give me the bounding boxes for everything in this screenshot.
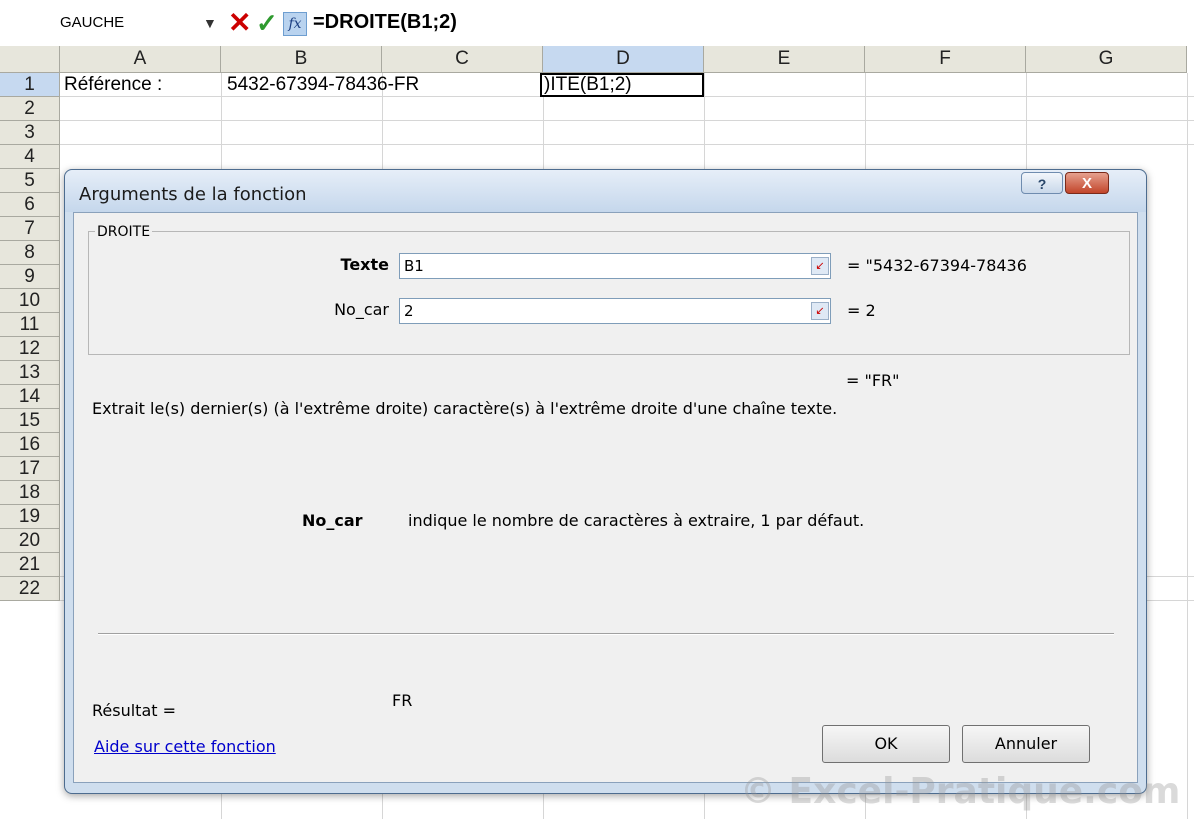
- cancel-icon[interactable]: ✕: [228, 9, 251, 37]
- column-header-e[interactable]: E: [704, 46, 865, 73]
- row-header-2[interactable]: 2: [0, 97, 60, 121]
- separator: [98, 633, 1114, 635]
- row-header-6[interactable]: 6: [0, 193, 60, 217]
- gridline: [60, 144, 1194, 145]
- arg-input-texte[interactable]: B1: [399, 253, 831, 279]
- function-description: Extrait le(s) dernier(s) (à l'extrême dr…: [92, 399, 838, 418]
- row-header-20[interactable]: 20: [0, 529, 60, 553]
- arg-label-texte: Texte: [340, 255, 389, 274]
- row-header-12[interactable]: 12: [0, 337, 60, 361]
- help-button[interactable]: ?: [1021, 172, 1063, 194]
- row-header-8[interactable]: 8: [0, 241, 60, 265]
- result-label: Résultat =: [92, 701, 177, 720]
- select-all-corner[interactable]: [0, 46, 60, 73]
- column-header-g[interactable]: G: [1026, 46, 1187, 73]
- dialog-title: Arguments de la fonction: [79, 184, 307, 205]
- row-header-15[interactable]: 15: [0, 409, 60, 433]
- row-header-17[interactable]: 17: [0, 457, 60, 481]
- arg-help-name: No_car: [302, 511, 363, 530]
- help-icon: ?: [1037, 176, 1047, 192]
- row-header-16[interactable]: 16: [0, 433, 60, 457]
- name-box-dropdown-icon[interactable]: ▼: [203, 15, 217, 31]
- row-header-7[interactable]: 7: [0, 217, 60, 241]
- result-value: FR: [392, 691, 413, 710]
- row-header-11[interactable]: 11: [0, 313, 60, 337]
- cell-d1-editing[interactable]: )ITE(B1;2): [540, 73, 704, 97]
- name-box[interactable]: GAUCHE: [60, 14, 124, 31]
- arg-result-texte: = "5432-67394-78436: [847, 256, 1027, 275]
- close-button[interactable]: X: [1065, 172, 1109, 194]
- column-header-d[interactable]: D: [543, 46, 704, 73]
- function-result: = "FR": [846, 371, 900, 390]
- cell-d1-text: )ITE(B1;2): [544, 74, 632, 95]
- enter-icon[interactable]: ✓: [256, 9, 278, 37]
- ok-button[interactable]: OK: [822, 725, 950, 763]
- column-header-b[interactable]: B: [221, 46, 382, 73]
- row-header-19[interactable]: 19: [0, 505, 60, 529]
- gridline: [1187, 73, 1188, 819]
- column-header-c[interactable]: C: [382, 46, 543, 73]
- arg-result-no-car: = 2: [847, 301, 876, 320]
- function-name-legend: DROITE: [95, 224, 153, 240]
- row-header-4[interactable]: 4: [0, 145, 60, 169]
- row-header-22[interactable]: 22: [0, 577, 60, 601]
- column-header-f[interactable]: F: [865, 46, 1026, 73]
- cell-b1[interactable]: 5432-67394-78436-FR: [227, 74, 419, 96]
- row-header-3[interactable]: 3: [0, 121, 60, 145]
- formula-input[interactable]: =DROITE(B1;2): [313, 11, 457, 34]
- formula-bar: GAUCHE ▼ ✕ ✓ fx =DROITE(B1;2): [0, 0, 1194, 46]
- row-header-1[interactable]: 1: [0, 73, 60, 97]
- collapse-dialog-icon[interactable]: ↙: [811, 302, 829, 320]
- collapse-dialog-icon[interactable]: ↙: [811, 257, 829, 275]
- row-header-21[interactable]: 21: [0, 553, 60, 577]
- column-header-a[interactable]: A: [60, 46, 221, 73]
- function-arguments-dialog: Arguments de la fonction ? X DROITE Text…: [64, 169, 1147, 794]
- cancel-button[interactable]: Annuler: [962, 725, 1090, 763]
- close-icon: X: [1081, 175, 1092, 192]
- row-header-13[interactable]: 13: [0, 361, 60, 385]
- cell-a1[interactable]: Référence :: [64, 74, 162, 96]
- arg-label-no-car: No_car: [334, 300, 389, 319]
- row-header-10[interactable]: 10: [0, 289, 60, 313]
- gridline: [60, 120, 1194, 121]
- arg-help-text: indique le nombre de caractères à extrai…: [408, 511, 865, 530]
- arguments-group: DROITE Texte B1 ↙ = "5432-67394-78436 No…: [88, 224, 1130, 355]
- dialog-titlebar[interactable]: Arguments de la fonction ? X: [65, 170, 1146, 212]
- insert-function-icon[interactable]: fx: [283, 12, 307, 36]
- row-header-14[interactable]: 14: [0, 385, 60, 409]
- dialog-body: DROITE Texte B1 ↙ = "5432-67394-78436 No…: [73, 212, 1138, 783]
- row-header-9[interactable]: 9: [0, 265, 60, 289]
- watermark: © Excel-Pratique.com: [740, 771, 1181, 812]
- arg-input-no-car[interactable]: 2: [399, 298, 831, 324]
- help-link[interactable]: Aide sur cette fonction: [94, 737, 276, 756]
- row-header-18[interactable]: 18: [0, 481, 60, 505]
- row-header-5[interactable]: 5: [0, 169, 60, 193]
